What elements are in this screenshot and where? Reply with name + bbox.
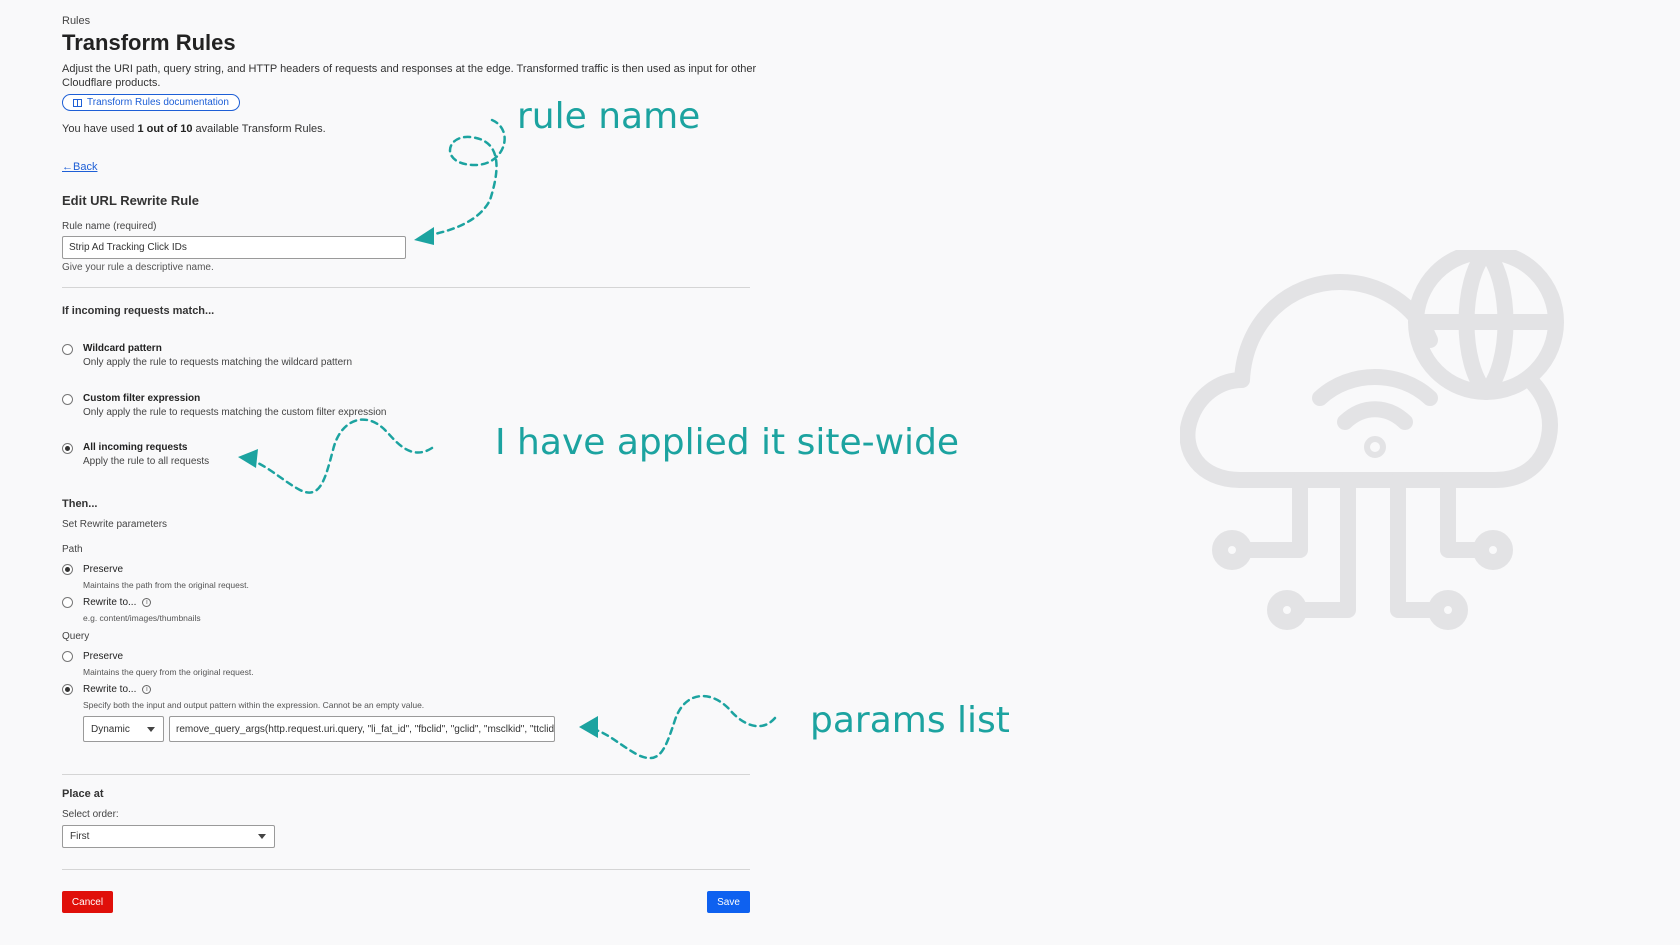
arrowhead-params bbox=[579, 716, 598, 738]
arrow-rule-name bbox=[428, 118, 506, 237]
arrow-params bbox=[594, 694, 777, 760]
arrowhead-rule-name bbox=[414, 227, 434, 245]
arrow-site-wide bbox=[256, 418, 434, 494]
cloud-network-icon bbox=[1180, 250, 1564, 630]
arrowhead-site-wide bbox=[238, 449, 258, 468]
